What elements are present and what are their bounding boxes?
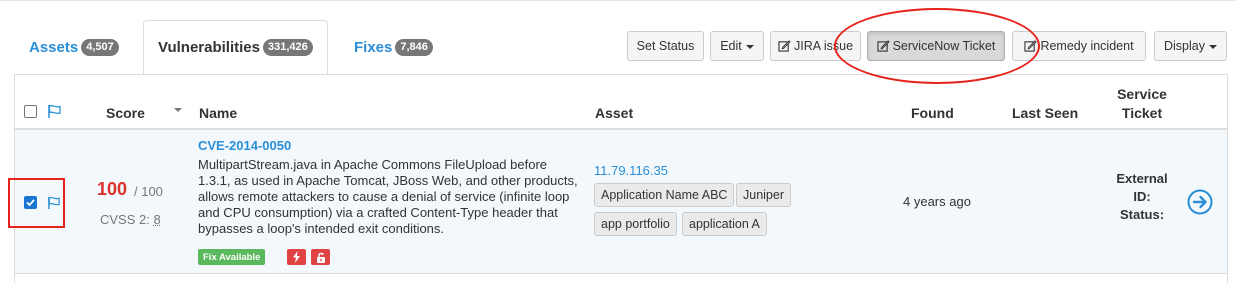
asset-tag[interactable]: Juniper bbox=[736, 183, 791, 207]
tab-assets-count: 4,507 bbox=[81, 39, 119, 56]
risk-score-max: / 100 bbox=[134, 184, 163, 199]
cvss-label: CVSS 2: bbox=[100, 212, 150, 227]
header-found[interactable]: Found bbox=[911, 105, 954, 121]
set-status-button[interactable]: Set Status bbox=[627, 31, 704, 61]
found-date: 4 years ago bbox=[903, 194, 971, 209]
sort-desc-icon[interactable] bbox=[173, 107, 183, 113]
arrow-right-circle-icon[interactable] bbox=[1187, 189, 1213, 215]
flag-icon[interactable] bbox=[47, 104, 62, 119]
cve-id-link[interactable]: CVE-2014-0050 bbox=[198, 138, 291, 153]
asset-tag[interactable]: app portfolio bbox=[594, 212, 677, 236]
edit-icon bbox=[778, 40, 791, 52]
table-row: 100 / 100 CVSS 2: 8 CVE-2014-0050 Multip… bbox=[15, 130, 1227, 274]
tab-vulnerabilities-count: 331,426 bbox=[262, 39, 313, 56]
cvss-value: 8 bbox=[153, 212, 161, 227]
service-ticket-info: External ID: Status: bbox=[1107, 170, 1177, 224]
risk-score: 100 bbox=[97, 179, 128, 199]
header-asset[interactable]: Asset bbox=[595, 105, 633, 121]
set-status-label: Set Status bbox=[636, 39, 695, 53]
header-service-ticket[interactable]: Service Ticket bbox=[1107, 85, 1177, 123]
annotation-rectangle bbox=[8, 178, 65, 228]
tab-fixes-label: Fixes bbox=[354, 39, 393, 56]
tab-vulnerabilities[interactable]: Vulnerabilities 331,426 bbox=[143, 20, 328, 75]
remedy-incident-label: Remedy incident bbox=[1040, 39, 1134, 53]
status-label: Status: bbox=[1119, 207, 1165, 222]
tab-vulnerabilities-label: Vulnerabilities bbox=[158, 39, 260, 56]
header-service-ticket-line1: Service bbox=[1117, 86, 1167, 102]
caret-down-icon bbox=[745, 44, 754, 49]
select-all-checkbox[interactable] bbox=[24, 105, 37, 118]
top-divider bbox=[0, 0, 1236, 1]
asset-tag[interactable]: Application Name ABC bbox=[594, 183, 735, 207]
header-score[interactable]: Score bbox=[106, 105, 145, 121]
caret-down-icon bbox=[1209, 44, 1217, 49]
unlock-icon bbox=[311, 249, 330, 265]
tab-fixes[interactable]: Fixes 7,846 bbox=[354, 20, 433, 75]
tab-assets-label: Assets bbox=[29, 39, 79, 56]
header-last-seen[interactable]: Last Seen bbox=[1012, 105, 1078, 121]
header-name[interactable]: Name bbox=[199, 105, 237, 121]
lightning-icon bbox=[287, 249, 306, 265]
header-service-ticket-line2: Ticket bbox=[1121, 105, 1163, 121]
tab-assets[interactable]: Assets 4,507 bbox=[29, 20, 119, 75]
asset-ip-link[interactable]: 11.79.116.35 bbox=[594, 163, 668, 178]
edit-label: Edit bbox=[720, 39, 742, 53]
annotation-ellipse bbox=[834, 8, 1040, 84]
edit-dropdown-button[interactable]: Edit bbox=[710, 31, 764, 61]
fix-available-badge: Fix Available bbox=[198, 249, 266, 265]
display-label: Display bbox=[1164, 39, 1205, 53]
tab-fixes-count: 7,846 bbox=[395, 39, 433, 56]
cvss-score: CVSS 2: 8 bbox=[100, 212, 161, 227]
display-dropdown-button[interactable]: Display bbox=[1154, 31, 1227, 61]
external-id-label: External ID: bbox=[1116, 171, 1168, 204]
asset-tag[interactable]: application A bbox=[682, 212, 767, 236]
vulnerability-description: MultipartStream.java in Apache Commons F… bbox=[198, 157, 578, 236]
vulnerabilities-table: Score Name Asset Found Last Seen Service… bbox=[14, 75, 1228, 283]
